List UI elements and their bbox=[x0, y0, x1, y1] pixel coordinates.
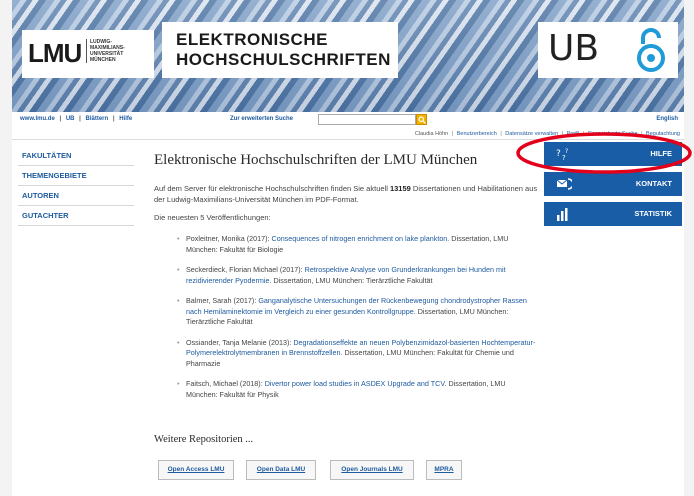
publication-author: Poxleitner, Monika (2017): bbox=[186, 234, 272, 243]
thesis-count: 13159 bbox=[389, 184, 411, 193]
nav-link-ub[interactable]: UB bbox=[66, 116, 75, 122]
site-frame: LMU LUDWIG- MAXIMILIANS- UNIVERSITÄT MÜN… bbox=[12, 0, 684, 496]
ub-logo-text: UB bbox=[548, 28, 600, 69]
user-link-separator: | bbox=[582, 131, 585, 137]
nav-link-blaettern[interactable]: Blättern bbox=[86, 116, 109, 122]
svg-text:?: ? bbox=[565, 148, 568, 155]
statistics-label: STATISTIK bbox=[634, 209, 672, 218]
open-access-icon bbox=[637, 28, 665, 72]
intro-text: Auf dem Server für elektronische Hochsch… bbox=[154, 183, 538, 205]
page: LMU LUDWIG- MAXIMILIANS- UNIVERSITÄT MÜN… bbox=[0, 0, 694, 496]
list-item: Seckerdieck, Florian Michael (2017): Ret… bbox=[177, 265, 538, 286]
publication-author: Seckerdieck, Florian Michael (2017): bbox=[186, 265, 305, 274]
newest-heading: Die neuesten 5 Veröffentlichungen: bbox=[154, 213, 271, 222]
sidebar-item-autoren[interactable]: AUTOREN bbox=[18, 186, 134, 206]
logo-sub-line: MÜNCHEN bbox=[90, 57, 116, 63]
user-link-separator: | bbox=[500, 131, 502, 137]
user-bar: Claudia Höhn | Benutzerbereich | Datensä… bbox=[12, 130, 684, 140]
site-title: ELEKTRONISCHE HOCHSCHULSCHRIFTEN bbox=[162, 22, 398, 78]
publication-list: Poxleitner, Monika (2017): Consequences … bbox=[177, 234, 538, 400]
contact-button[interactable]: KONTAKT bbox=[544, 172, 682, 196]
svg-text:?: ? bbox=[556, 149, 561, 159]
contact-label: KONTAKT bbox=[635, 179, 672, 188]
statistics-button[interactable]: STATISTIK bbox=[544, 202, 682, 226]
publication-author: Ossiander, Tanja Melanie (2013): bbox=[186, 337, 294, 347]
help-button[interactable]: ? ? ? HILFE bbox=[544, 142, 682, 166]
list-item: Ossiander, Tanja Melanie (2013): Degrada… bbox=[177, 337, 538, 370]
nav-link-hilfe[interactable]: Hilfe bbox=[119, 116, 132, 122]
help-label: HILFE bbox=[650, 149, 672, 158]
user-name: Claudia Höhn bbox=[414, 131, 449, 137]
publication-link[interactable]: Consequences of nitrogen enrichment on l… bbox=[272, 234, 450, 243]
list-item: Faitsch, Michael (2018): Divertor power … bbox=[177, 379, 538, 400]
site-title-line-1: ELEKTRONISCHE bbox=[176, 30, 328, 49]
left-sidebar: FAKULTÄTEN THEMENGEBIETE AUTOREN GUTACHT… bbox=[18, 146, 134, 226]
user-link-begutachtung[interactable]: Begutachtung bbox=[646, 131, 680, 137]
user-link-gespeicherte-suche[interactable]: Gespeicherte Suche bbox=[588, 131, 638, 137]
search-button[interactable] bbox=[416, 114, 427, 125]
lmu-logo-text: LMU bbox=[28, 38, 82, 68]
user-link-separator: | bbox=[451, 131, 454, 137]
repo-button-open-access-lmu[interactable]: Open Access LMU bbox=[158, 460, 234, 480]
svg-text:?: ? bbox=[562, 154, 566, 162]
nav-separator: | bbox=[79, 116, 81, 122]
list-item: Poxleitner, Monika (2017): Consequences … bbox=[177, 234, 538, 255]
list-item: Balmer, Sarah (2017): Ganganalytische Un… bbox=[177, 296, 538, 328]
search-icon bbox=[418, 116, 426, 124]
publication-link[interactable]: Divertor power load studies in ASDEX Upg… bbox=[265, 379, 447, 388]
publication-author: Faitsch, Michael (2018): bbox=[186, 379, 265, 388]
top-nav: www.lmu.de | UB | Blättern | Hilfe Zur e… bbox=[12, 112, 684, 130]
statistics-bar-icon bbox=[557, 208, 568, 221]
user-link-datensaetze[interactable]: Datensätze verwalten bbox=[505, 131, 558, 137]
main-content: Elektronische Hochschulschriften der LMU… bbox=[154, 146, 538, 480]
publication-author: Balmer, Sarah (2017): bbox=[186, 296, 259, 305]
help-question-icon: ? ? ? bbox=[556, 148, 568, 162]
user-links: Claudia Höhn | Benutzerbereich | Datensä… bbox=[415, 131, 680, 137]
advanced-search-link[interactable]: Zur erweiterten Suche bbox=[230, 116, 293, 122]
repo-button-open-data-lmu[interactable]: Open Data LMU bbox=[246, 460, 316, 480]
sidebar-item-fakultaeten[interactable]: FAKULTÄTEN bbox=[18, 146, 134, 166]
repo-button-open-journals-lmu[interactable]: Open Journals LMU bbox=[330, 460, 414, 480]
repositories-heading: Weitere Repositorien ... bbox=[154, 434, 254, 445]
user-link-separator: | bbox=[641, 131, 643, 137]
page-title: Elektronische Hochschulschriften der LMU… bbox=[154, 152, 478, 168]
intro-text-start: Auf dem Server für elektronische Hochsch… bbox=[154, 184, 390, 193]
right-sidebar: ? ? ? HILFE KONTAKT STATISTIK bbox=[544, 142, 682, 232]
site-title-line-2: HOCHSCHULSCHRIFTEN bbox=[176, 50, 391, 69]
language-switch-english[interactable]: English bbox=[656, 116, 678, 122]
nav-link-lmu[interactable]: www.lmu.de bbox=[20, 116, 55, 122]
sidebar-item-gutachter[interactable]: GUTACHTER bbox=[18, 206, 134, 226]
ub-logo[interactable]: UB bbox=[538, 22, 678, 78]
user-link-separator: | bbox=[561, 131, 564, 137]
nav-separator: | bbox=[112, 116, 115, 122]
header-banner: LMU LUDWIG- MAXIMILIANS- UNIVERSITÄT MÜN… bbox=[12, 0, 684, 112]
repo-button-mpra[interactable]: MPRA bbox=[426, 460, 462, 480]
user-link-profil[interactable]: Profil bbox=[567, 131, 580, 137]
nav-separator: | bbox=[59, 116, 62, 122]
contact-envelope-icon bbox=[556, 178, 572, 190]
lmu-logo[interactable]: LMU LUDWIG- MAXIMILIANS- UNIVERSITÄT MÜN… bbox=[22, 30, 154, 78]
publication-info: Dissertation, LMU München: Tierärztliche… bbox=[271, 275, 433, 285]
lmu-logo-subtitle: LUDWIG- MAXIMILIANS- UNIVERSITÄT MÜNCHEN bbox=[86, 39, 134, 63]
user-link-benutzerbereich[interactable]: Benutzerbereich bbox=[457, 131, 497, 137]
nav-links: www.lmu.de | UB | Blättern | Hilfe bbox=[20, 116, 135, 122]
search-input[interactable] bbox=[318, 114, 416, 125]
sidebar-item-themengebiete[interactable]: THEMENGEBIETE bbox=[18, 166, 134, 186]
